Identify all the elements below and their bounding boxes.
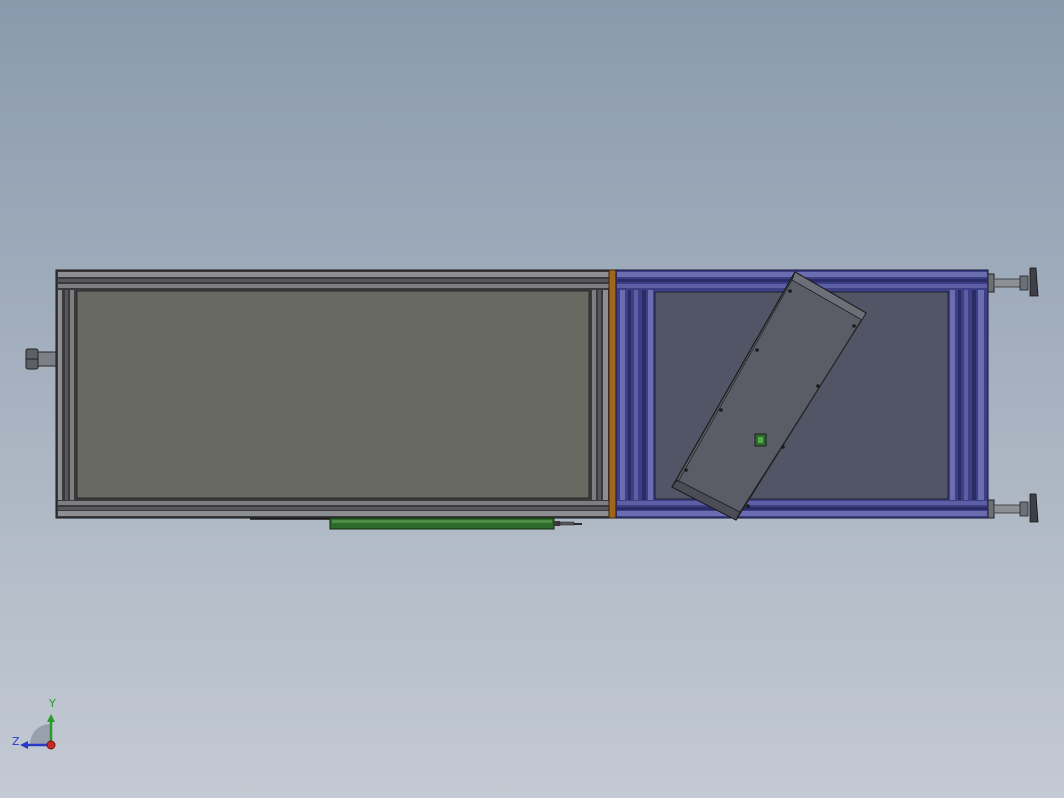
assembly-model[interactable] xyxy=(0,0,1064,798)
linear-actuator[interactable] xyxy=(250,517,582,530)
left-panel[interactable] xyxy=(76,290,590,499)
view-triad: Y Z xyxy=(8,698,68,758)
triad-quadrant-icon xyxy=(30,724,50,744)
leveling-foot-top[interactable] xyxy=(987,267,1039,297)
triad-y-label: Y xyxy=(49,697,56,710)
frame-divider[interactable] xyxy=(608,269,617,519)
triad-z-label: Z xyxy=(12,735,20,748)
x-axis-origin-icon xyxy=(46,740,56,750)
leveling-foot-bottom[interactable] xyxy=(987,493,1039,523)
graphics-viewport[interactable]: Y Z xyxy=(0,0,1064,798)
left-knob[interactable] xyxy=(25,348,59,370)
